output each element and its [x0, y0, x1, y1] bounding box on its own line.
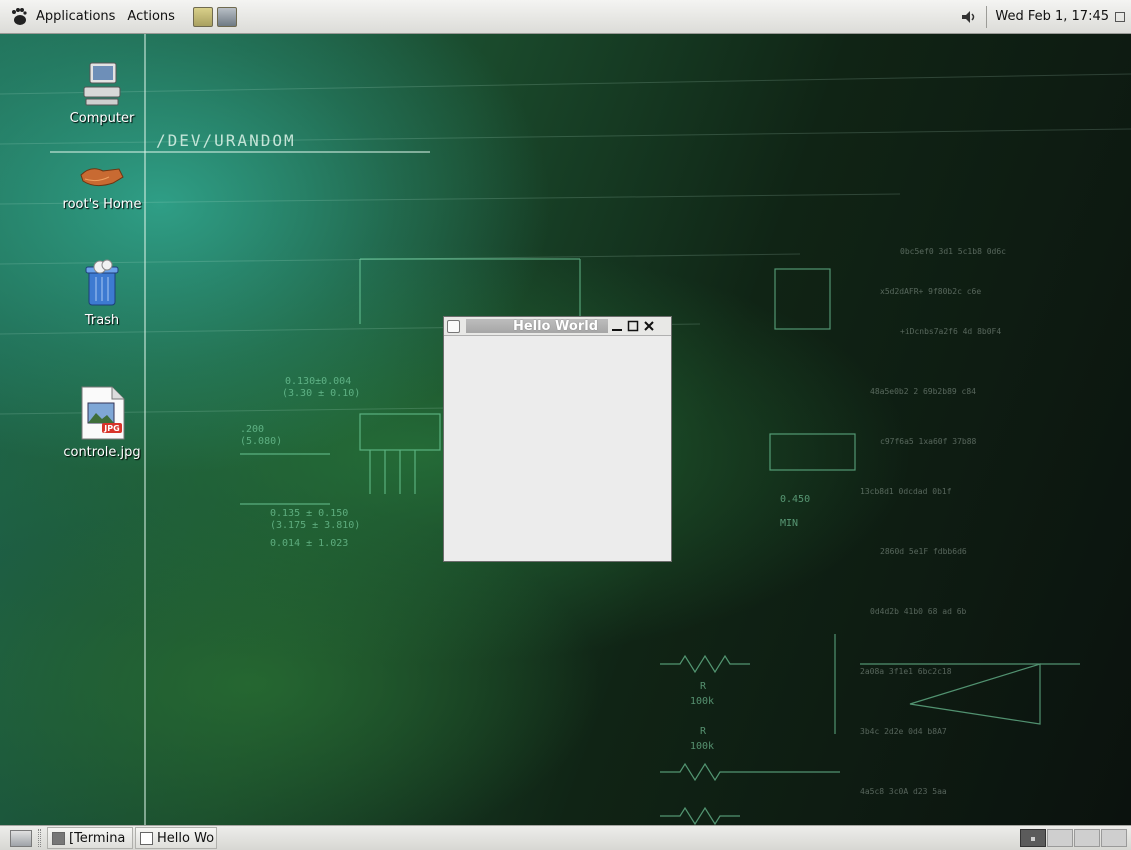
show-desktop-icon[interactable] [10, 829, 32, 847]
svg-text:c97f6a5 1xa60f 37b88: c97f6a5 1xa60f 37b88 [880, 437, 977, 446]
taskbar-item-terminal[interactable]: [Termina [47, 827, 133, 849]
desktop-icon-controle-jpg[interactable]: JPG controle.jpg [47, 385, 157, 460]
close-button[interactable] [642, 319, 656, 333]
minimize-icon [612, 329, 622, 331]
desktop-icon-home[interactable]: root's Home [47, 161, 157, 212]
svg-text:MIN: MIN [780, 518, 798, 529]
svg-text:.200: .200 [240, 424, 264, 435]
volume-icon[interactable] [960, 8, 978, 26]
taskbar-item-label: [Termina [69, 830, 126, 846]
maximize-button[interactable] [626, 319, 640, 333]
svg-text:0bc5ef0 3d1 5c1b8 0d6c: 0bc5ef0 3d1 5c1b8 0d6c [900, 247, 1006, 256]
workspace-3[interactable] [1074, 829, 1100, 847]
svg-text:100k: 100k [690, 696, 714, 707]
desktop-icon-label: root's Home [62, 197, 142, 212]
taskbar-item-hello-world[interactable]: Hello Wo [135, 827, 217, 849]
svg-text:0d4d2b 41b0 68 ad 6b: 0d4d2b 41b0 68 ad 6b [870, 607, 967, 616]
svg-text:R: R [700, 726, 707, 737]
maximize-icon [627, 320, 639, 332]
svg-text:R: R [700, 681, 707, 692]
top-panel-tray: Wed Feb 1, 17:45 [960, 0, 1131, 33]
jpg-file-icon: JPG [81, 386, 125, 440]
gnome-foot-icon[interactable] [8, 6, 30, 28]
hello-world-window[interactable]: Hello World [443, 316, 672, 562]
svg-text:(3.175 ± 3.810): (3.175 ± 3.810) [270, 520, 360, 531]
window-content-area[interactable] [444, 336, 671, 561]
svg-text:0.135 ± 0.150: 0.135 ± 0.150 [270, 508, 348, 519]
svg-text:0.014 ± 1.023: 0.014 ± 1.023 [270, 538, 348, 549]
workspace-4[interactable] [1101, 829, 1127, 847]
desktop-icon-trash[interactable]: Trash [47, 259, 157, 328]
svg-text:(5.080): (5.080) [240, 436, 282, 447]
svg-text:x5d2dAFR+ 9f80b2c c6e: x5d2dAFR+ 9f80b2c c6e [880, 287, 981, 296]
actions-menu[interactable]: Actions [121, 0, 181, 33]
terminal-launcher-icon[interactable] [216, 6, 237, 27]
trash-icon [85, 259, 119, 306]
svg-text:2a08a 3f1e1 6bc2c18: 2a08a 3f1e1 6bc2c18 [860, 667, 952, 676]
notification-area-icon[interactable] [1115, 11, 1125, 22]
desktop-icon-label: Computer [69, 111, 135, 126]
svg-text:4a5c8 3c0A d23 5aa: 4a5c8 3c0A d23 5aa [860, 787, 947, 796]
workspace-2[interactable] [1047, 829, 1073, 847]
panel-separator [986, 5, 988, 28]
text-editor-launcher-icon[interactable] [192, 6, 213, 27]
desktop-icon-label: Trash [84, 313, 120, 328]
home-folder-icon [80, 168, 124, 187]
workspace-switcher [1019, 829, 1127, 847]
close-icon [644, 321, 654, 331]
computer-icon [83, 62, 121, 106]
bottom-panel: [Termina Hello Wo [0, 825, 1131, 850]
clock[interactable]: Wed Feb 1, 17:45 [995, 9, 1115, 24]
panel-grip[interactable] [38, 829, 41, 847]
svg-text:3b4c 2d2e 0d4 b8A7: 3b4c 2d2e 0d4 b8A7 [860, 727, 947, 736]
svg-text:100k: 100k [690, 741, 714, 752]
svg-text:2860d 5e1F fdbb6d6: 2860d 5e1F fdbb6d6 [880, 547, 967, 556]
window-menu-button[interactable] [447, 319, 460, 333]
svg-text:JPG: JPG [103, 424, 119, 433]
taskbar-item-label: Hello Wo [157, 830, 215, 846]
window-icon [140, 831, 153, 845]
window-titlebar[interactable]: Hello World [444, 317, 671, 336]
svg-text:+iDcnbs7a2f6 4d 8b0F4: +iDcnbs7a2f6 4d 8b0F4 [900, 327, 1001, 336]
terminal-icon [52, 831, 65, 845]
minimize-button[interactable] [610, 319, 624, 333]
svg-text:(3.30 ± 0.10): (3.30 ± 0.10) [282, 388, 360, 399]
svg-text:0.130±0.004: 0.130±0.004 [285, 376, 351, 387]
window-title[interactable]: Hello World [466, 319, 608, 334]
svg-text:48a5e0b2 2 69b2b89 c84: 48a5e0b2 2 69b2b89 c84 [870, 387, 976, 396]
top-panel: Applications Actions Wed Feb 1, 17:45 [0, 0, 1131, 34]
workspace-1[interactable] [1020, 829, 1046, 847]
svg-text:13cb8d1 0dcdad 0b1f: 13cb8d1 0dcdad 0b1f [860, 487, 952, 496]
wallpaper-text: /DEV/URANDOM [156, 131, 296, 150]
applications-menu[interactable]: Applications [30, 0, 121, 33]
svg-text:0.450: 0.450 [780, 494, 810, 505]
desktop-icon-computer[interactable]: Computer [47, 61, 157, 126]
desktop-icon-label: controle.jpg [63, 445, 141, 460]
